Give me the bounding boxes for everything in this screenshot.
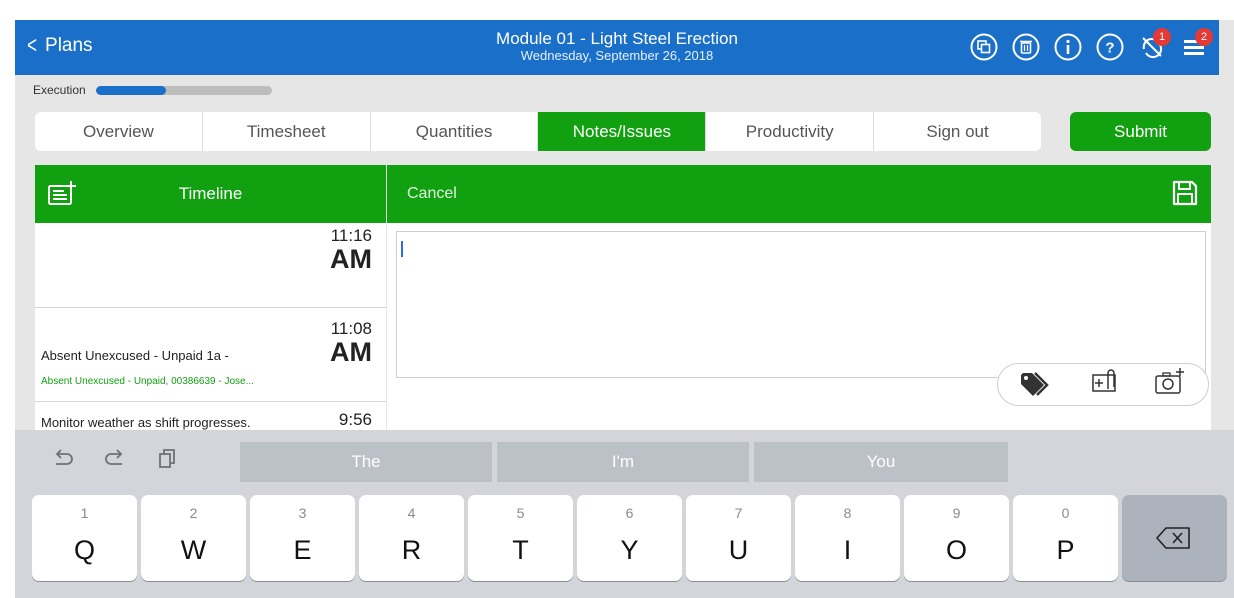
- key-letter: T: [512, 535, 529, 565]
- save-icon[interactable]: [1171, 179, 1199, 212]
- key-letter: P: [1056, 535, 1075, 565]
- time-hm: 11:16: [330, 226, 372, 245]
- help-icon[interactable]: ?: [1095, 32, 1125, 62]
- tag-icon[interactable]: [1019, 367, 1059, 402]
- time-hm: 11:08: [330, 319, 372, 338]
- timeline-header: Timeline: [35, 165, 386, 223]
- key-i[interactable]: 8I: [795, 495, 900, 581]
- timeline-item[interactable]: Monitor weather as shift progresses. 9:5…: [35, 402, 386, 431]
- undo-icon[interactable]: [51, 446, 75, 475]
- key-number: 1: [80, 505, 89, 521]
- suggestion-3[interactable]: You: [754, 442, 1008, 482]
- submit-button[interactable]: Submit: [1070, 112, 1211, 151]
- key-y[interactable]: 6Y: [577, 495, 682, 581]
- info-icon[interactable]: [1053, 32, 1083, 62]
- time-ampm: AM: [330, 337, 372, 367]
- sync-off-icon[interactable]: 1: [1137, 28, 1171, 62]
- key-row: 1Q2W3E4R5T6Y7U8I9O0P: [15, 495, 1234, 585]
- delete-key[interactable]: [1122, 495, 1227, 581]
- timeline-time: 11:08 AM: [330, 319, 372, 367]
- suggestion-2[interactable]: I'm: [497, 442, 749, 482]
- note-editor-panel: Cancel: [387, 165, 1211, 430]
- key-letter: O: [945, 535, 967, 565]
- note-text-area[interactable]: [396, 231, 1206, 378]
- tab-productivity[interactable]: Productivity: [706, 112, 875, 151]
- attachment-toolbar: [997, 363, 1209, 406]
- cancel-button[interactable]: Cancel: [407, 185, 457, 203]
- copy-icon[interactable]: [969, 32, 999, 62]
- tab-bar: Overview Timesheet Quantities Notes/Issu…: [35, 112, 1041, 151]
- suggestion-1[interactable]: The: [240, 442, 492, 482]
- timeline-item-title: Monitor weather as shift progresses.: [41, 415, 251, 430]
- key-e[interactable]: 3E: [250, 495, 355, 581]
- key-letter: R: [401, 535, 422, 565]
- key-number: 9: [952, 505, 961, 521]
- timeline-item[interactable]: 11:16 AM: [35, 223, 386, 308]
- keyboard-shortcuts: [51, 446, 179, 475]
- key-u[interactable]: 7U: [686, 495, 791, 581]
- time-hm: 9:56: [338, 410, 372, 429]
- add-photo-icon[interactable]: [1153, 367, 1187, 402]
- redo-icon[interactable]: [103, 446, 127, 475]
- time-ampm: AM: [330, 244, 372, 274]
- tab-timesheet[interactable]: Timesheet: [203, 112, 371, 151]
- key-number: 5: [516, 505, 525, 521]
- menu-badge: 2: [1195, 28, 1213, 46]
- timeline-item-subtitle: Absent Unexcused - Unpaid, 00386639 - Jo…: [41, 376, 254, 387]
- timeline-item[interactable]: Absent Unexcused - Unpaid 1a - Absent Un…: [35, 308, 386, 402]
- timeline-time: 9:56: [339, 411, 372, 429]
- key-number: 0: [1061, 505, 1070, 521]
- key-w[interactable]: 2W: [141, 495, 246, 581]
- key-o[interactable]: 9O: [904, 495, 1009, 581]
- header-actions: ? 1 2: [969, 28, 1213, 62]
- keyboard-toolbar: The I'm You: [15, 430, 1234, 484]
- key-letter: Q: [73, 535, 95, 565]
- paste-icon[interactable]: [155, 446, 179, 475]
- key-letter: Y: [620, 535, 639, 565]
- tab-sign-out[interactable]: Sign out: [874, 112, 1041, 151]
- execution-progress: Execution: [33, 83, 272, 97]
- key-number: 2: [189, 505, 198, 521]
- svg-text:?: ?: [1105, 40, 1114, 57]
- execution-progress-track: [95, 85, 272, 95]
- key-number: 8: [843, 505, 852, 521]
- add-note-icon[interactable]: [47, 180, 79, 213]
- key-letter: W: [180, 535, 207, 565]
- tab-quantities[interactable]: Quantities: [371, 112, 539, 151]
- timeline-panel: Timeline 11:16 AM Absent Unexcused - Unp…: [35, 165, 386, 430]
- trash-icon[interactable]: [1011, 32, 1041, 62]
- key-number: 6: [625, 505, 634, 521]
- text-caret: [401, 241, 403, 257]
- tab-overview[interactable]: Overview: [35, 112, 203, 151]
- tab-notes-issues[interactable]: Notes/Issues: [538, 112, 707, 151]
- sync-badge: 1: [1153, 28, 1171, 46]
- execution-progress-fill: [95, 85, 167, 95]
- app-frame: < Plans Module 01 - Light Steel Erection…: [15, 20, 1234, 598]
- timeline-time: 11:16 AM: [330, 226, 372, 274]
- key-number: 3: [298, 505, 307, 521]
- key-number: 4: [407, 505, 416, 521]
- key-p[interactable]: 0P: [1013, 495, 1118, 581]
- key-letter: I: [843, 535, 852, 565]
- editor-header: Cancel: [387, 165, 1211, 223]
- on-screen-keyboard: The I'm You 1Q2W3E4R5T6Y7U8I9O0P: [15, 430, 1234, 598]
- timeline-item-title: Absent Unexcused - Unpaid 1a -: [41, 348, 229, 363]
- execution-label: Execution: [33, 83, 86, 97]
- key-letter: E: [293, 535, 312, 565]
- key-q[interactable]: 1Q: [32, 495, 137, 581]
- key-number: 7: [734, 505, 743, 521]
- key-t[interactable]: 5T: [468, 495, 573, 581]
- key-r[interactable]: 4R: [359, 495, 464, 581]
- timeline-title: Timeline: [178, 184, 243, 203]
- attach-file-icon[interactable]: [1090, 367, 1122, 402]
- top-bar: < Plans Module 01 - Light Steel Erection…: [15, 20, 1219, 75]
- key-letter: U: [728, 535, 749, 565]
- menu-icon[interactable]: 2: [1179, 28, 1213, 62]
